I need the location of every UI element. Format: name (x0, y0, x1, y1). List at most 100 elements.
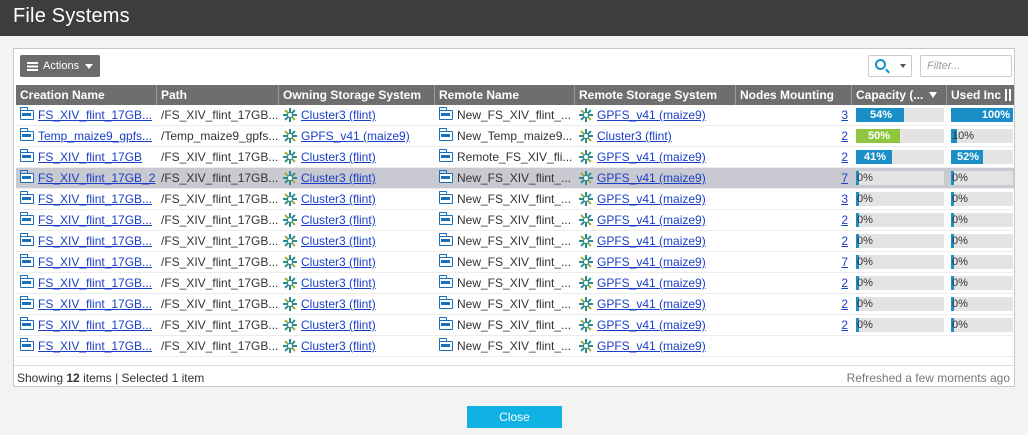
cell-creation-name: Temp_maize9_gpfs... (16, 126, 157, 146)
remote-system-link[interactable]: GPFS_v41 (maize9) (597, 150, 706, 164)
creation-name-link[interactable]: FS_XIV_flint_17GB_2 (38, 171, 155, 185)
remote-name-text: New_FS_XIV_flint_... (457, 297, 572, 311)
owning-system-link[interactable]: GPFS_v41 (maize9) (301, 129, 410, 143)
nodes-mounting-link[interactable]: 2 (841, 276, 848, 290)
filter-input[interactable] (920, 55, 1012, 77)
table-row[interactable]: FS_XIV_flint_17GB... /FS_XIV_flint_17GB..… (16, 105, 1014, 126)
used-inc-bar-label: 52% (957, 151, 980, 163)
owning-system-link[interactable]: Cluster3 (flint) (301, 234, 376, 248)
cell-remote-name: New_FS_XIV_flint_... (435, 273, 575, 293)
capacity-bar-label: 0% (857, 214, 873, 226)
table-row[interactable]: FS_XIV_flint_17GB... /FS_XIV_flint_17GB..… (16, 315, 1014, 336)
actions-button[interactable]: Actions (20, 55, 100, 77)
remote-system-link[interactable]: GPFS_v41 (maize9) (597, 297, 706, 311)
folder-icon (19, 316, 34, 330)
cluster-icon (283, 317, 297, 332)
creation-name-link[interactable]: FS_XIV_flint_17GB (38, 150, 142, 164)
column-header-remote-name[interactable]: Remote Name (435, 85, 575, 105)
caret-down-icon (85, 63, 94, 69)
remote-system-link[interactable]: GPFS_v41 (maize9) (597, 276, 706, 290)
table-row[interactable]: FS_XIV_flint_17GB... /FS_XIV_flint_17GB..… (16, 231, 1014, 252)
owning-system-link[interactable]: Cluster3 (flint) (301, 297, 376, 311)
owning-system-link[interactable]: Cluster3 (flint) (301, 150, 376, 164)
nodes-mounting-link[interactable]: 3 (841, 192, 848, 206)
remote-name-text: New_FS_XIV_flint_... (457, 108, 572, 122)
owning-system-link[interactable]: Cluster3 (flint) (301, 276, 376, 290)
creation-name-link[interactable]: FS_XIV_flint_17GB... (38, 192, 152, 206)
column-header-used-inc[interactable]: Used Inc (947, 85, 1014, 105)
remote-name-text: New_FS_XIV_flint_... (457, 213, 572, 227)
cell-path: /FS_XIV_flint_17GB... (157, 168, 279, 188)
status-footer: Showing 12 items | Selected 1 item Refre… (14, 365, 1014, 386)
used-inc-bar-label: 0% (952, 235, 968, 247)
actions-label: Actions (43, 60, 80, 72)
owning-system-link[interactable]: Cluster3 (flint) (301, 213, 376, 227)
table-row[interactable]: FS_XIV_flint_17GB... /FS_XIV_flint_17GB..… (16, 294, 1014, 315)
creation-name-link[interactable]: FS_XIV_flint_17GB... (38, 297, 152, 311)
nodes-mounting-link[interactable]: 2 (841, 150, 848, 164)
creation-name-link[interactable]: FS_XIV_flint_17GB... (38, 213, 152, 227)
nodes-mounting-link[interactable]: 7 (841, 171, 848, 185)
remote-system-link[interactable]: Cluster3 (flint) (597, 129, 672, 143)
nodes-mounting-link[interactable]: 2 (841, 297, 848, 311)
remote-system-link[interactable]: GPFS_v41 (maize9) (597, 171, 706, 185)
cell-remote-name: New_FS_XIV_flint_... (435, 294, 575, 314)
owning-system-link[interactable]: Cluster3 (flint) (301, 255, 376, 269)
creation-name-link[interactable]: FS_XIV_flint_17GB... (38, 108, 152, 122)
cell-owning-system: Cluster3 (flint) (279, 147, 435, 167)
creation-name-link[interactable]: FS_XIV_flint_17GB... (38, 234, 152, 248)
table-row[interactable]: FS_XIV_flint_17GB... /FS_XIV_flint_17GB..… (16, 210, 1014, 231)
remote-system-link[interactable]: GPFS_v41 (maize9) (597, 339, 706, 353)
nodes-mounting-link[interactable]: 7 (841, 255, 848, 269)
cell-creation-name: FS_XIV_flint_17GB... (16, 315, 157, 335)
cluster-icon (579, 170, 593, 185)
remote-system-link[interactable]: GPFS_v41 (maize9) (597, 255, 706, 269)
column-header-creation-name[interactable]: Creation Name (16, 85, 157, 105)
column-header-nodes-mounting[interactable]: Nodes Mounting (736, 85, 852, 105)
column-header-owning-storage-system[interactable]: Owning Storage System (279, 85, 435, 105)
table-row[interactable]: FS_XIV_flint_17GB... /FS_XIV_flint_17GB..… (16, 252, 1014, 273)
creation-name-link[interactable]: FS_XIV_flint_17GB... (38, 276, 152, 290)
folder-icon (438, 106, 453, 120)
cell-owning-system: GPFS_v41 (maize9) (279, 126, 435, 146)
cell-remote-system: GPFS_v41 (maize9) (575, 105, 736, 125)
remote-system-link[interactable]: GPFS_v41 (maize9) (597, 213, 706, 227)
table-row[interactable]: FS_XIV_flint_17GB_2/FS_XIV_flint_17GB...… (16, 168, 1014, 189)
capacity-bar: 54% (856, 108, 944, 122)
folder-icon (19, 169, 34, 183)
nodes-mounting-link[interactable]: 2 (841, 318, 848, 332)
cell-owning-system: Cluster3 (flint) (279, 231, 435, 251)
cell-path: /FS_XIV_flint_17GB... (157, 294, 279, 314)
table-row[interactable]: FS_XIV_flint_17GB/FS_XIV_flint_17GB... Cl… (16, 147, 1014, 168)
creation-name-link[interactable]: FS_XIV_flint_17GB... (38, 339, 152, 353)
path-text: /FS_XIV_flint_17GB... (161, 171, 279, 185)
nodes-mounting-link[interactable]: 2 (841, 213, 848, 227)
remote-system-link[interactable]: GPFS_v41 (maize9) (597, 192, 706, 206)
remote-system-link[interactable]: GPFS_v41 (maize9) (597, 318, 706, 332)
close-button[interactable]: Close (467, 406, 562, 428)
table-row[interactable]: FS_XIV_flint_17GB... /FS_XIV_flint_17GB..… (16, 273, 1014, 294)
owning-system-link[interactable]: Cluster3 (flint) (301, 339, 376, 353)
remote-system-link[interactable]: GPFS_v41 (maize9) (597, 234, 706, 248)
search-button[interactable] (868, 55, 912, 77)
capacity-bar-label: 50% (868, 130, 891, 142)
used-inc-bar-label: 0% (952, 319, 968, 331)
owning-system-link[interactable]: Cluster3 (flint) (301, 108, 376, 122)
column-header-capacity[interactable]: Capacity (... (852, 85, 947, 105)
owning-system-link[interactable]: Cluster3 (flint) (301, 171, 376, 185)
table-row[interactable]: FS_XIV_flint_17GB... /FS_XIV_flint_17GB..… (16, 189, 1014, 210)
table-row[interactable]: Temp_maize9_gpfs... /Temp_maize9_gpfs... G… (16, 126, 1014, 147)
nodes-mounting-link[interactable]: 3 (841, 108, 848, 122)
creation-name-link[interactable]: FS_XIV_flint_17GB... (38, 255, 152, 269)
owning-system-link[interactable]: Cluster3 (flint) (301, 192, 376, 206)
nodes-mounting-link[interactable]: 2 (841, 234, 848, 248)
owning-system-link[interactable]: Cluster3 (flint) (301, 318, 376, 332)
column-header-remote-storage-system[interactable]: Remote Storage System (575, 85, 736, 105)
remote-name-text: New_FS_XIV_flint_... (457, 171, 572, 185)
remote-system-link[interactable]: GPFS_v41 (maize9) (597, 108, 706, 122)
creation-name-link[interactable]: FS_XIV_flint_17GB... (38, 318, 152, 332)
creation-name-link[interactable]: Temp_maize9_gpfs... (38, 129, 152, 143)
table-row[interactable]: FS_XIV_flint_17GB... /FS_XIV_flint_17GB..… (16, 336, 1014, 357)
column-header-path[interactable]: Path (157, 85, 279, 105)
nodes-mounting-link[interactable]: 2 (841, 129, 848, 143)
